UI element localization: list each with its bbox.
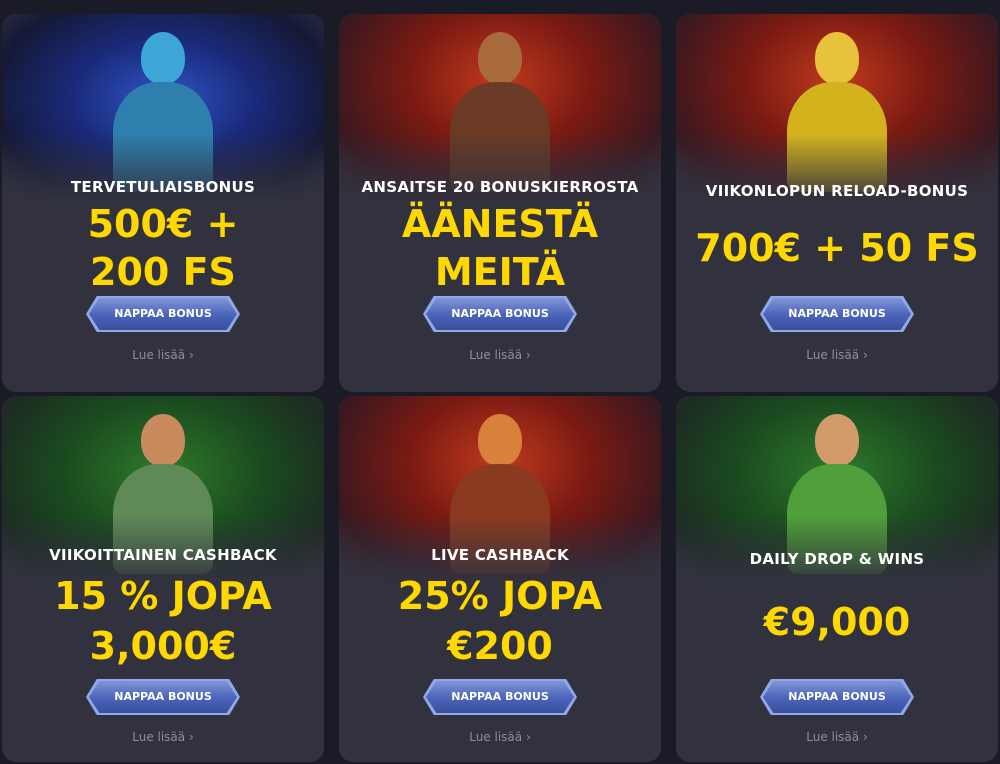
character-illustration [103,414,223,574]
character-illustration [103,32,223,192]
read-more-link[interactable]: Lue lisää › [676,730,998,744]
card-headline-line-2: MEITÄ [434,250,566,294]
card-headline: €9,000 [763,600,911,644]
card-headline-line-1: 25% JOPA [397,574,603,618]
read-more-link[interactable]: Lue lisää › [339,348,661,362]
character-illustration [777,32,897,192]
card-headline-line-1: ÄÄNESTÄ [401,202,599,246]
bonus-card-welcome: TERVETULIAISBONUS 500€ + 200 FS NAPPAA B… [2,14,324,392]
read-more-link[interactable]: Lue lisää › [339,730,661,744]
bonus-card-daily-drop: DAILY DROP & WINS €9,000 NAPPAA BONUS Lu… [676,396,998,762]
card-headline-line-1: 15 % JOPA [54,574,272,618]
claim-bonus-button[interactable]: NAPPAA BONUS [426,298,574,330]
promo-art-hockey-woman [2,14,324,204]
character-illustration [440,414,560,574]
claim-bonus-button[interactable]: NAPPAA BONUS [426,681,574,713]
promo-art-basketball-player [676,14,998,204]
bonus-card-weekly-cashback: VIIKOITTAINEN CASHBACK 15 % JOPA 3,000€ … [2,396,324,762]
bonus-card-weekend-reload: VIIKONLOPUN RELOAD-BONUS 700€ + 50 FS NA… [676,14,998,392]
bonus-grid: TERVETULIAISBONUS 500€ + 200 FS NAPPAA B… [0,0,1000,764]
card-title: TERVETULIAISBONUS [70,178,256,196]
card-title: ANSAITSE 20 BONUSKIERROSTA [361,178,639,196]
claim-bonus-button[interactable]: NAPPAA BONUS [89,298,237,330]
card-title: VIIKOITTAINEN CASHBACK [49,546,277,564]
character-illustration [440,32,560,192]
read-more-link[interactable]: Lue lisää › [676,348,998,362]
card-headline-line-2: 3,000€ [89,624,237,668]
card-title: DAILY DROP & WINS [749,550,925,568]
card-title: LIVE CASHBACK [431,546,569,564]
bonus-card-vote: ANSAITSE 20 BONUSKIERROSTA ÄÄNESTÄ MEITÄ… [339,14,661,392]
read-more-link[interactable]: Lue lisää › [2,348,324,362]
card-title: VIIKONLOPUN RELOAD-BONUS [705,182,969,200]
card-headline: 700€ + 50 FS [695,226,979,270]
claim-bonus-button[interactable]: NAPPAA BONUS [89,681,237,713]
bonus-card-live-cashback: LIVE CASHBACK 25% JOPA €200 NAPPAA BONUS… [339,396,661,762]
card-headline-line-1: 500€ + [87,202,239,246]
claim-bonus-button[interactable]: NAPPAA BONUS [763,681,911,713]
claim-bonus-button[interactable]: NAPPAA BONUS [763,298,911,330]
card-headline-line-2: 200 FS [90,250,236,294]
card-headline-line-2: €200 [447,624,553,668]
promo-art-ponytail-woman [339,14,661,204]
read-more-link[interactable]: Lue lisää › [2,730,324,744]
character-illustration [777,414,897,574]
